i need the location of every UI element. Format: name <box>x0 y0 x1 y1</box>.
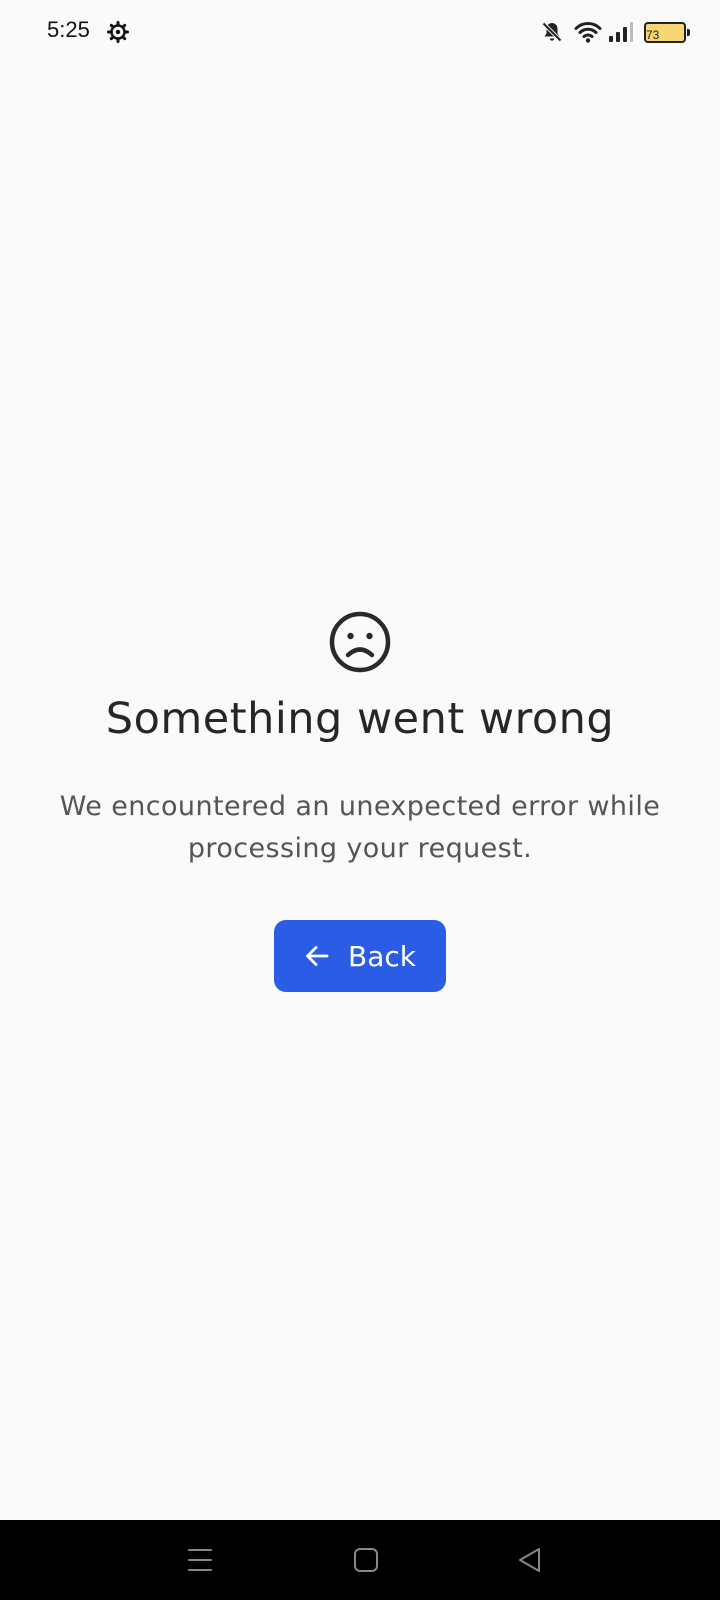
sad-face-icon <box>328 610 392 674</box>
wifi-icon <box>574 20 602 44</box>
signal-icon <box>608 21 634 43</box>
status-bar: 5:25 73 <box>0 0 720 64</box>
mute-icon <box>540 20 564 44</box>
arrow-left-icon <box>304 943 330 969</box>
menu-icon[interactable] <box>184 1544 216 1576</box>
error-panel: Something went wrong We encountered an u… <box>0 610 720 993</box>
back-icon[interactable] <box>514 1544 546 1576</box>
back-button-label: Back <box>348 939 416 973</box>
back-button[interactable]: Back <box>274 920 446 993</box>
battery-icon: 73 <box>644 21 690 43</box>
navigation-bar <box>0 1520 720 1600</box>
status-icons: 73 <box>540 18 690 46</box>
battery-level: 73 <box>646 27 660 42</box>
error-title: Something went wrong <box>105 694 615 744</box>
home-icon[interactable] <box>350 1544 382 1576</box>
error-message: We encountered an unexpected error while… <box>59 791 661 865</box>
status-time: 5:25 <box>47 17 90 42</box>
settings-icon <box>106 20 130 44</box>
